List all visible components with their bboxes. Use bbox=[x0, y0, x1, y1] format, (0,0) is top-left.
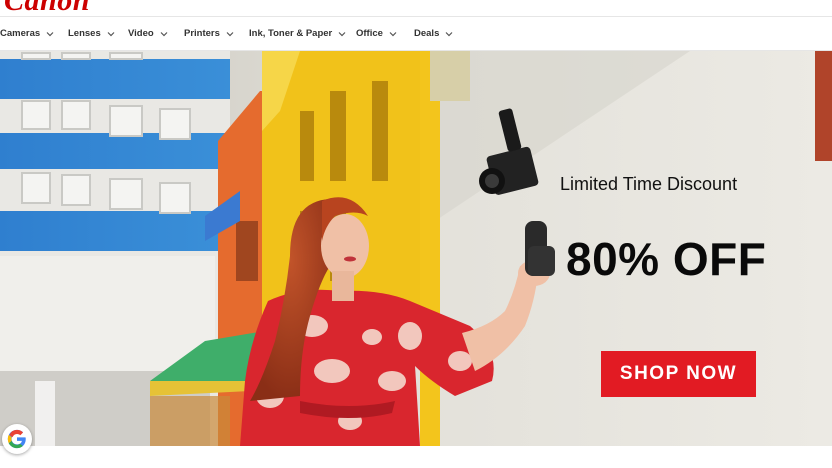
nav-item-label: Office bbox=[356, 28, 383, 39]
top-bar: Canon bbox=[0, 0, 832, 16]
main-navigation: Cameras Lenses Video Printers Ink, Toner… bbox=[0, 16, 832, 51]
chevron-down-icon bbox=[46, 31, 54, 36]
chevron-down-icon bbox=[445, 31, 453, 36]
nav-item-label: Ink, Toner & Paper bbox=[249, 28, 333, 39]
shop-now-button[interactable]: SHOP NOW bbox=[601, 351, 756, 397]
google-badge[interactable] bbox=[2, 424, 32, 454]
chevron-down-icon bbox=[107, 31, 115, 36]
nav-item-printers[interactable]: Printers bbox=[184, 17, 235, 50]
chevron-down-icon bbox=[389, 31, 397, 36]
nav-item-label: Printers bbox=[184, 28, 220, 39]
page-footer-strip bbox=[0, 446, 832, 468]
nav-item-lenses[interactable]: Lenses bbox=[68, 17, 116, 50]
chevron-down-icon bbox=[338, 31, 346, 36]
discount-headline: 80% OFF bbox=[566, 233, 767, 285]
hero-banner[interactable]: Limited Time Discount 80% OFF SHOP NOW bbox=[0, 51, 832, 446]
nav-item-label: Lenses bbox=[68, 28, 101, 39]
canon-logo[interactable]: Canon bbox=[4, 0, 90, 16]
nav-item-deals[interactable]: Deals bbox=[414, 17, 454, 50]
google-icon bbox=[7, 429, 26, 449]
chevron-down-icon bbox=[226, 31, 234, 36]
nav-item-label: Video bbox=[128, 28, 154, 39]
nav-item-office[interactable]: Office bbox=[356, 17, 398, 50]
promo-line: Limited Time Discount bbox=[560, 174, 738, 194]
nav-item-label: Cameras bbox=[0, 28, 41, 39]
nav-item-label: Deals bbox=[414, 28, 440, 39]
nav-item-video[interactable]: Video bbox=[128, 17, 169, 50]
nav-item-ink-toner-paper[interactable]: Ink, Toner & Paper bbox=[249, 17, 347, 50]
nav-item-cameras[interactable]: Cameras bbox=[0, 17, 55, 50]
chevron-down-icon bbox=[160, 31, 168, 36]
